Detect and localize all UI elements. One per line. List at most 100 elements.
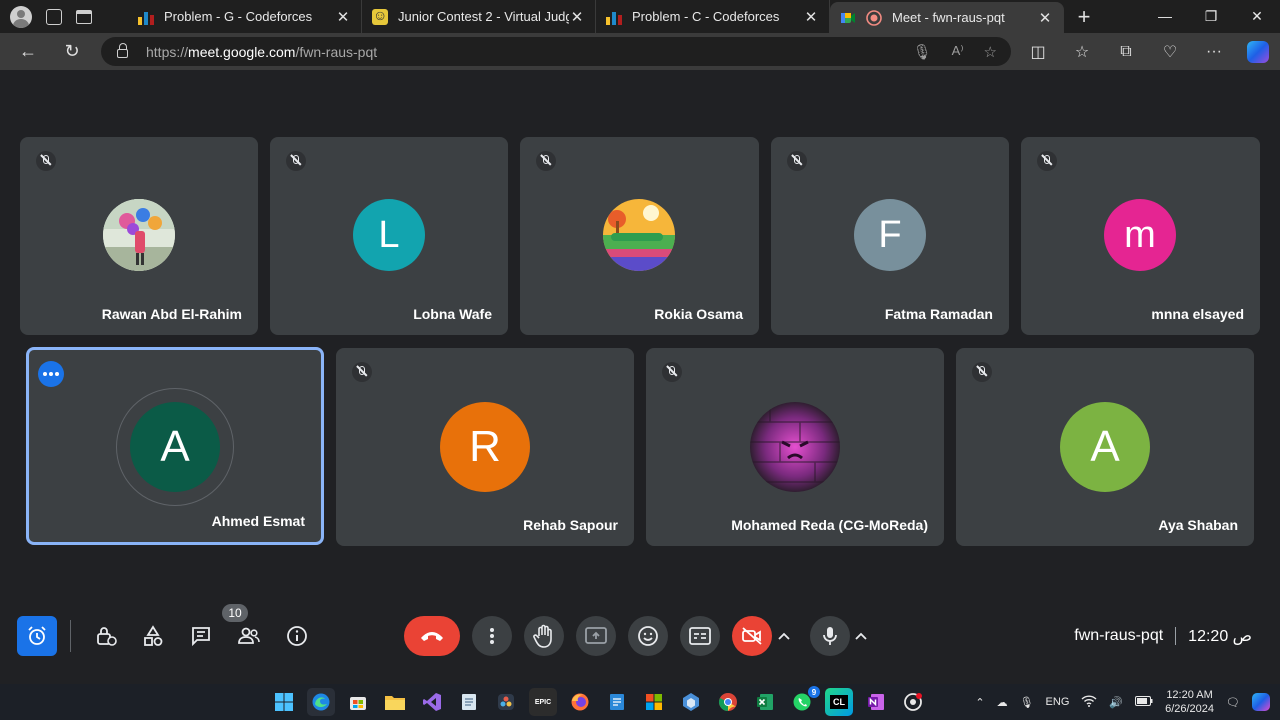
favorites-icon[interactable]: ☆ xyxy=(1060,42,1104,62)
close-window-icon[interactable]: ✕ xyxy=(1234,8,1280,25)
workspaces-icon[interactable] xyxy=(46,8,62,25)
github-desktop-icon[interactable] xyxy=(899,688,927,716)
chrome-icon[interactable] xyxy=(714,688,742,716)
address-bar[interactable]: https://meet.google.com/fwn-raus-pqt 🎙 A… xyxy=(101,37,1011,66)
notepad-icon[interactable] xyxy=(455,688,483,716)
leave-call-button[interactable] xyxy=(404,616,460,656)
participant-avatar: R xyxy=(440,402,530,492)
participant-avatar: A xyxy=(1060,402,1150,492)
participant-tile[interactable]: Rokia Osama xyxy=(520,137,759,335)
wifi-icon[interactable] xyxy=(1081,694,1097,710)
participant-tile[interactable]: m mnna elsayed xyxy=(1021,137,1260,335)
close-tab-icon[interactable]: ✕ xyxy=(569,8,585,26)
participant-avatar: L xyxy=(353,199,425,271)
back-icon[interactable]: ← xyxy=(6,41,50,62)
mic-options-chevron-icon[interactable] xyxy=(849,616,873,656)
excel-icon[interactable] xyxy=(751,688,779,716)
show-hidden-icons-chevron-icon[interactable]: ⌃ xyxy=(975,696,984,709)
chat-icon[interactable] xyxy=(181,616,221,656)
epic-games-icon[interactable]: EPIC xyxy=(529,688,557,716)
present-screen-button[interactable] xyxy=(576,616,616,656)
visual-studio-icon[interactable] xyxy=(418,688,446,716)
divider xyxy=(1175,627,1177,645)
sticky-notes-icon[interactable] xyxy=(603,688,631,716)
language-indicator[interactable]: ENG xyxy=(1046,696,1070,708)
participant-tile[interactable]: F Fatma Ramadan xyxy=(771,137,1009,335)
firefox-icon[interactable] xyxy=(566,688,594,716)
captions-button[interactable] xyxy=(680,616,720,656)
notifications-icon[interactable]: 🗨 xyxy=(1226,696,1240,709)
clock-time: 12:20 AM xyxy=(1166,689,1213,701)
raise-hand-button[interactable] xyxy=(524,616,564,656)
profile-icon[interactable] xyxy=(10,5,32,28)
browser-tab-strip: Problem - G - Codeforces ✕ Junior Contes… xyxy=(0,0,1280,33)
browser-tab-active[interactable]: Meet - fwn-raus-pqt ✕ xyxy=(830,2,1064,33)
participant-tile[interactable]: Mohamed Reda (CG-MoReda) xyxy=(646,348,944,546)
settings-more-icon[interactable]: ··· xyxy=(1192,43,1236,61)
browser-tab[interactable]: Problem - C - Codeforces ✕ xyxy=(596,0,830,33)
close-tab-icon[interactable]: ✕ xyxy=(803,8,819,26)
tab-title: Problem - G - Codeforces xyxy=(164,9,313,24)
muted-mic-icon xyxy=(972,362,992,382)
more-options-icon[interactable] xyxy=(38,361,64,387)
store-icon[interactable] xyxy=(344,688,372,716)
microphone-tray-icon[interactable]: 🎙 xyxy=(1020,696,1034,709)
whatsapp-badge: 9 xyxy=(808,686,820,698)
people-icon[interactable] xyxy=(229,616,269,656)
alarm-clock-icon[interactable] xyxy=(17,616,57,656)
favorite-star-icon[interactable]: ☆ xyxy=(984,43,997,61)
url-text: https://meet.google.com/fwn-raus-pqt xyxy=(146,43,378,60)
restore-icon[interactable]: ❐ xyxy=(1188,8,1234,25)
host-controls-icon[interactable] xyxy=(86,616,126,656)
close-tab-icon[interactable]: ✕ xyxy=(1037,9,1053,27)
volume-icon[interactable]: 🔊 xyxy=(1109,696,1123,709)
participant-tile[interactable]: Rawan Abd El-Rahim xyxy=(20,137,258,335)
meet-icon xyxy=(840,10,856,26)
lock-icon[interactable] xyxy=(117,43,128,58)
minimize-icon[interactable]: — xyxy=(1142,8,1188,25)
tab-actions-icon[interactable] xyxy=(76,9,92,24)
microphone-button[interactable] xyxy=(810,616,850,656)
battery-icon[interactable] xyxy=(1135,695,1153,709)
taskbar-clock[interactable]: 12:20 AM 6/26/2024 xyxy=(1165,688,1214,716)
participant-tile[interactable]: L Lobna Wafe xyxy=(270,137,508,335)
participant-tile-selected[interactable]: A Ahmed Esmat xyxy=(26,347,324,545)
participant-tile[interactable]: R Rehab Sapour xyxy=(336,348,634,546)
windows-taskbar: EPIC 9 CL ⌃ ☁ 🎙 ENG 🔊 12:20 AM 6/26/2024… xyxy=(0,684,1280,720)
more-options-button[interactable] xyxy=(472,616,512,656)
new-tab-button[interactable]: + xyxy=(1064,4,1104,30)
participant-name: Fatma Ramadan xyxy=(884,306,993,322)
tab-title: Meet - fwn-raus-pqt xyxy=(892,10,1005,25)
info-icon[interactable] xyxy=(277,616,317,656)
split-screen-icon[interactable]: ◫ xyxy=(1016,42,1060,62)
windows-start-icon[interactable] xyxy=(270,688,298,716)
copilot-taskbar-icon[interactable] xyxy=(1252,693,1270,711)
onenote-icon[interactable] xyxy=(862,688,890,716)
file-explorer-icon[interactable] xyxy=(381,688,409,716)
edge-icon[interactable] xyxy=(307,688,335,716)
participant-tile[interactable]: A Aya Shaban xyxy=(956,348,1254,546)
camera-options-chevron-icon[interactable] xyxy=(772,616,796,656)
davinci-resolve-icon[interactable] xyxy=(492,688,520,716)
participant-name: Rawan Abd El-Rahim xyxy=(101,306,242,322)
participant-avatar: F xyxy=(854,199,926,271)
browser-tab[interactable]: Junior Contest 2 - Virtual Judge ✕ xyxy=(362,0,596,33)
emoji-reaction-button[interactable] xyxy=(628,616,668,656)
browser-essentials-icon[interactable]: ♡ xyxy=(1148,42,1192,62)
close-tab-icon[interactable]: ✕ xyxy=(335,8,351,26)
clion-icon[interactable]: CL xyxy=(825,688,853,716)
copilot-icon[interactable] xyxy=(1247,40,1269,63)
onedrive-icon[interactable]: ☁ xyxy=(997,696,1008,709)
read-aloud-icon[interactable]: A⁾ xyxy=(952,43,964,61)
collections-icon[interactable]: ⧉ xyxy=(1104,43,1148,61)
muted-mic-icon xyxy=(36,151,56,171)
camera-off-button[interactable] xyxy=(732,616,772,656)
refresh-icon[interactable]: ↻ xyxy=(50,41,94,62)
mic-permission-icon[interactable]: 🎙 xyxy=(913,43,932,61)
activities-icon[interactable] xyxy=(133,616,173,656)
browser-tab[interactable]: Problem - G - Codeforces ✕ xyxy=(128,0,362,33)
whatsapp-icon[interactable]: 9 xyxy=(788,686,820,716)
meet-stage: Rawan Abd El-Rahim L Lobna Wafe Rokia Os… xyxy=(0,70,1280,684)
app-icon[interactable] xyxy=(677,688,705,716)
office-apps-icon[interactable] xyxy=(640,688,668,716)
